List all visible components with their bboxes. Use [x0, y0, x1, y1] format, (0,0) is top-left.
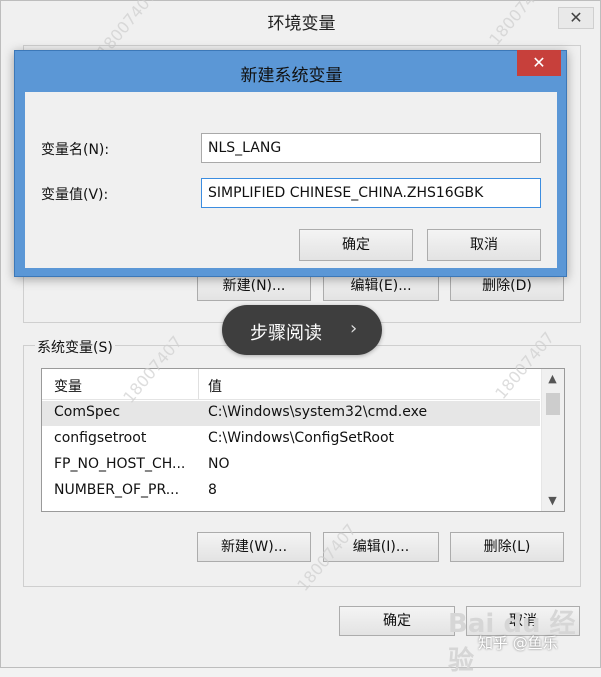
- table-row[interactable]: ComSpec C:\Windows\system32\cmd.exe: [42, 401, 540, 426]
- variable-name-label: 变量名(N):: [41, 142, 110, 158]
- dialog-body: 变量名(N): 变量值(V): 确定 取消: [25, 92, 557, 268]
- table-row[interactable]: NUMBER_OF_PR... 8: [42, 479, 540, 504]
- column-header-variable[interactable]: 变量: [54, 376, 82, 396]
- scroll-down-icon[interactable]: ▼: [542, 491, 563, 511]
- system-new-button[interactable]: 新建(W)...: [197, 532, 311, 562]
- zhihu-watermark: 知乎 @鱼乐: [478, 634, 558, 652]
- row-variable-value: 8: [208, 482, 217, 498]
- ok-button[interactable]: 确定: [339, 606, 455, 636]
- system-delete-button[interactable]: 删除(L): [450, 532, 564, 562]
- step-read-button[interactable]: 步骤阅读 ›: [222, 305, 382, 355]
- row-variable-name: ComSpec: [54, 404, 121, 420]
- table-row[interactable]: FP_NO_HOST_CH... NO: [42, 453, 540, 478]
- row-variable-name: FP_NO_HOST_CH...: [54, 456, 186, 472]
- dialog-cancel-button[interactable]: 取消: [427, 229, 541, 261]
- column-header-value[interactable]: 值: [208, 376, 222, 396]
- step-read-label: 步骤阅读: [250, 323, 322, 344]
- variable-value-input[interactable]: [201, 178, 541, 208]
- row-variable-name: configsetroot: [54, 430, 147, 446]
- table-row[interactable]: configsetroot C:\Windows\ConfigSetRoot: [42, 427, 540, 452]
- vertical-scrollbar[interactable]: ▲ ▼: [541, 369, 564, 511]
- variable-name-input[interactable]: [201, 133, 541, 163]
- close-icon[interactable]: ✕: [558, 7, 594, 29]
- system-variables-label: 系统变量(S): [35, 337, 115, 357]
- row-variable-value: C:\Windows\system32\cmd.exe: [208, 404, 428, 420]
- row-variable-value: NO: [208, 456, 230, 472]
- scroll-thumb[interactable]: [546, 393, 560, 415]
- variable-value-label: 变量值(V):: [41, 187, 109, 203]
- scroll-up-icon[interactable]: ▲: [542, 369, 563, 389]
- row-variable-name: NUMBER_OF_PR...: [54, 482, 180, 498]
- column-divider[interactable]: [198, 369, 199, 399]
- row-variable-value: C:\Windows\ConfigSetRoot: [208, 430, 395, 446]
- chevron-right-icon: ›: [350, 318, 358, 339]
- list-header: 变量 值: [42, 369, 540, 400]
- dialog-title: 新建系统变量: [240, 66, 343, 86]
- system-variables-list[interactable]: 变量 值 ComSpec C:\Windows\system32\cmd.exe…: [41, 368, 565, 512]
- close-icon[interactable]: ✕: [517, 50, 561, 76]
- new-system-variable-dialog: 新建系统变量 ✕ 变量名(N): 变量值(V): 确定 取消: [14, 50, 567, 277]
- dialog-ok-button[interactable]: 确定: [299, 229, 413, 261]
